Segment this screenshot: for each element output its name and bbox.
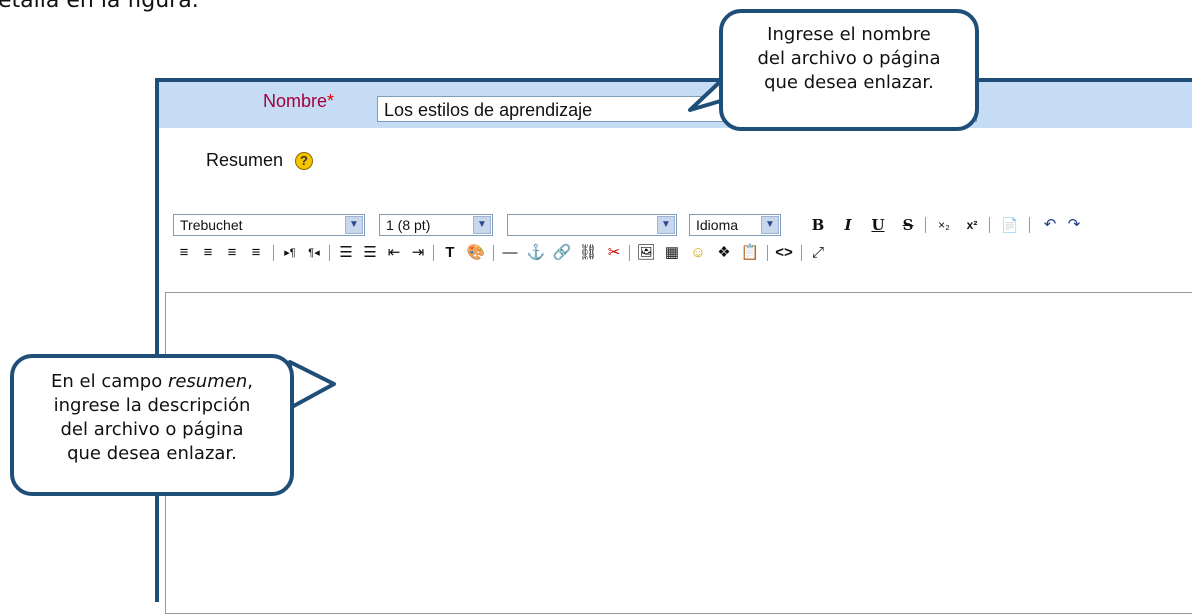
callout-tail-summary bbox=[288, 360, 336, 410]
callout-line: Ingrese el nombre bbox=[767, 24, 931, 45]
callout-line: ingrese la descripción bbox=[53, 395, 251, 416]
callout-first-line: En el campo resumen, bbox=[14, 370, 290, 394]
callout-line: que desea enlazar. bbox=[67, 443, 237, 464]
callout-suffix: , bbox=[247, 371, 253, 392]
callout-line: del archivo o página bbox=[757, 48, 941, 69]
callout-name-tip: Ingrese el nombre del archivo o página q… bbox=[719, 9, 979, 131]
callout-prefix: En el campo bbox=[51, 371, 168, 392]
callout-line: que desea enlazar. bbox=[764, 72, 934, 93]
callout-emphasis: resumen bbox=[167, 371, 248, 392]
callout-summary-tip: En el campo resumen, ingrese la descripc… bbox=[10, 354, 294, 496]
callout-line: del archivo o página bbox=[60, 419, 244, 440]
